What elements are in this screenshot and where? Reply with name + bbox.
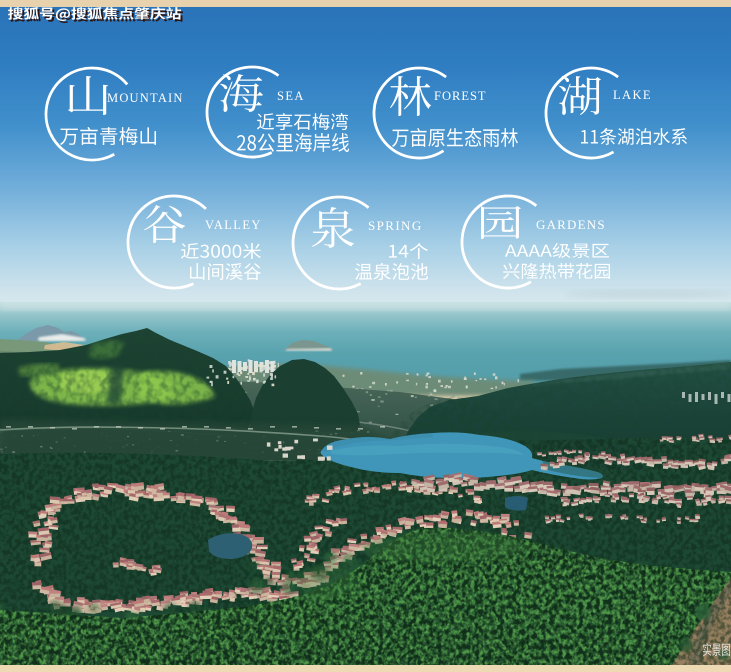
svg-text:LAKE: LAKE <box>613 88 652 102</box>
svg-text:MOUNTAIN: MOUNTAIN <box>107 91 184 105</box>
svg-text:GARDENS: GARDENS <box>536 217 606 232</box>
svg-text:SPRING: SPRING <box>368 218 423 233</box>
svg-text:VALLEY: VALLEY <box>205 218 262 232</box>
svg-text:SEA: SEA <box>277 89 305 103</box>
svg-text:FOREST: FOREST <box>434 89 487 103</box>
